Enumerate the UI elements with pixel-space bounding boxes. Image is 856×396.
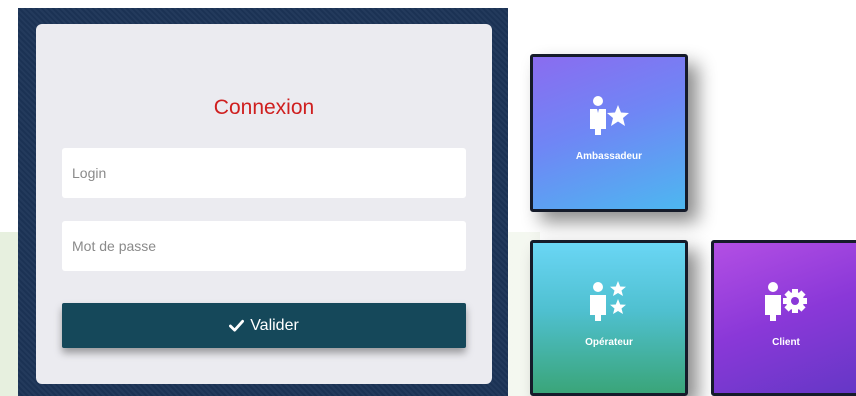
tile-operateur-label: Opérateur: [585, 337, 633, 348]
tile-ambassadeur-label: Ambassadeur: [575, 151, 643, 162]
person-gear-icon: [765, 282, 807, 321]
person-two-stars-icon: [590, 281, 626, 321]
tile-ambassadeur[interactable]: Ambassadeur: [530, 54, 688, 212]
person-star-icon: [590, 96, 629, 135]
tile-client-label: Client: [772, 337, 800, 348]
tile-client[interactable]: Client: [711, 240, 856, 396]
login-title: Connexion: [213, 96, 315, 119]
password-input[interactable]: [62, 221, 466, 271]
tile-operateur[interactable]: Opérateur: [530, 240, 688, 396]
login-card: Connexion Valider: [36, 24, 492, 384]
check-icon: [229, 319, 245, 332]
validate-button-label: Valider: [250, 316, 299, 334]
validate-button[interactable]: Valider: [62, 303, 466, 348]
login-input[interactable]: [62, 148, 466, 198]
